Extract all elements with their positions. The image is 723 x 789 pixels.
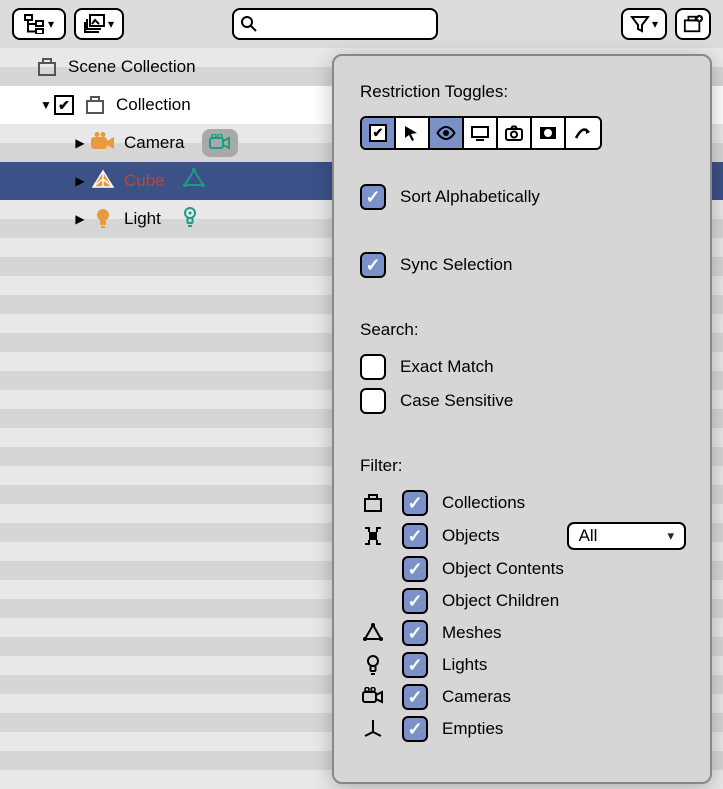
search-input[interactable]	[258, 14, 418, 34]
filter-meshes-label: Meshes	[442, 623, 502, 643]
empty-icon	[362, 718, 384, 740]
collection-icon	[36, 57, 58, 77]
toggle-selectable[interactable]	[396, 118, 430, 148]
mesh-icon	[362, 622, 384, 644]
bounce-arrow-icon	[573, 125, 593, 141]
filter-object-contents-checkbox[interactable]	[402, 556, 428, 582]
filter-collections-label: Collections	[442, 493, 525, 513]
filter-object-contents-label: Object Contents	[442, 559, 564, 579]
case-sensitive-checkbox[interactable]	[360, 388, 386, 414]
filter-object-children-checkbox[interactable]	[402, 588, 428, 614]
filter-objects-label: Objects	[442, 526, 500, 546]
collection-enable-checkbox[interactable]: ✔	[54, 95, 74, 115]
filter-objects-dropdown-value: All	[579, 526, 598, 546]
photo-camera-icon	[504, 125, 524, 141]
sort-alphabetically-checkbox[interactable]	[360, 184, 386, 210]
search-icon	[240, 15, 258, 33]
holdout-icon	[538, 125, 558, 141]
camera-object-icon	[90, 132, 116, 154]
collection-label: Collection	[116, 95, 191, 115]
filter-object-children-label: Object Children	[442, 591, 559, 611]
filter-empties-checkbox[interactable]	[402, 716, 428, 742]
toggle-render[interactable]	[498, 118, 532, 148]
filter-objects-dropdown[interactable]: All ▾	[567, 522, 686, 550]
mesh-object-icon	[91, 169, 115, 193]
filter-section-title: Filter:	[360, 456, 686, 476]
mesh-data-icon	[183, 168, 205, 190]
filter-popover: Restriction Toggles: ✔ Sort Alphabetical…	[332, 54, 712, 784]
filter-cameras-checkbox[interactable]	[402, 684, 428, 710]
display-mode-dropdown[interactable]: ▾	[12, 8, 66, 40]
filter-empties-label: Empties	[442, 719, 503, 739]
search-section-title: Search:	[360, 320, 686, 340]
tree-icon	[24, 14, 46, 34]
toggle-enable[interactable]: ✔	[362, 118, 396, 148]
chevron-down-icon: ▾	[652, 17, 658, 31]
chevron-down-icon: ▾	[667, 528, 674, 544]
exact-match-checkbox[interactable]	[360, 354, 386, 380]
filter-collections-checkbox[interactable]	[402, 490, 428, 516]
funnel-icon	[630, 14, 650, 34]
scene-collection-label: Scene Collection	[68, 57, 196, 77]
filter-meshes-checkbox[interactable]	[402, 620, 428, 646]
monitor-icon	[470, 125, 490, 141]
light-data-icon	[179, 205, 201, 229]
toggle-hide-viewport[interactable]	[430, 118, 464, 148]
light-object-icon	[92, 207, 114, 231]
cube-label: Cube	[124, 171, 165, 191]
images-stack-icon	[84, 14, 106, 34]
filter-lights-checkbox[interactable]	[402, 652, 428, 678]
toggle-viewport-display[interactable]	[464, 118, 498, 148]
new-collection-button[interactable]	[675, 8, 711, 40]
camera-label: Camera	[124, 133, 184, 153]
sort-alphabetically-label: Sort Alphabetically	[400, 187, 540, 207]
sync-selection-checkbox[interactable]	[360, 252, 386, 278]
disclosure-triangle-icon[interactable]: ▶	[72, 174, 88, 188]
restriction-toggles-title: Restriction Toggles:	[360, 82, 686, 102]
sync-selection-label: Sync Selection	[400, 255, 512, 275]
camera-icon	[361, 687, 385, 707]
disclosure-triangle-icon[interactable]: ▼	[38, 98, 54, 112]
restriction-toggle-strip: ✔	[360, 116, 602, 150]
light-label: Light	[124, 209, 161, 229]
chevron-down-icon: ▾	[48, 17, 54, 31]
exact-match-label: Exact Match	[400, 357, 494, 377]
disclosure-triangle-icon[interactable]: ▶	[72, 136, 88, 150]
eye-icon	[436, 126, 456, 140]
camera-data-icon	[209, 134, 231, 152]
filter-objects-checkbox[interactable]	[402, 523, 428, 549]
collection-icon	[362, 493, 384, 513]
filter-dropdown-button[interactable]: ▾	[621, 8, 667, 40]
object-icon	[362, 525, 384, 547]
case-sensitive-label: Case Sensitive	[400, 391, 513, 411]
filter-lights-label: Lights	[442, 655, 487, 675]
cursor-icon	[403, 124, 421, 142]
outliner-toolbar: ▾ ▾ ▾	[0, 0, 723, 48]
toggle-holdout[interactable]	[532, 118, 566, 148]
new-collection-icon	[683, 14, 703, 34]
light-icon	[363, 653, 383, 677]
chevron-down-icon: ▾	[108, 17, 114, 31]
disclosure-triangle-icon[interactable]: ▶	[72, 212, 88, 226]
view-mode-dropdown[interactable]: ▾	[74, 8, 124, 40]
filter-cameras-label: Cameras	[442, 687, 511, 707]
collection-icon	[84, 95, 106, 115]
search-field[interactable]	[232, 8, 438, 40]
toggle-indirect-only[interactable]	[566, 118, 600, 148]
